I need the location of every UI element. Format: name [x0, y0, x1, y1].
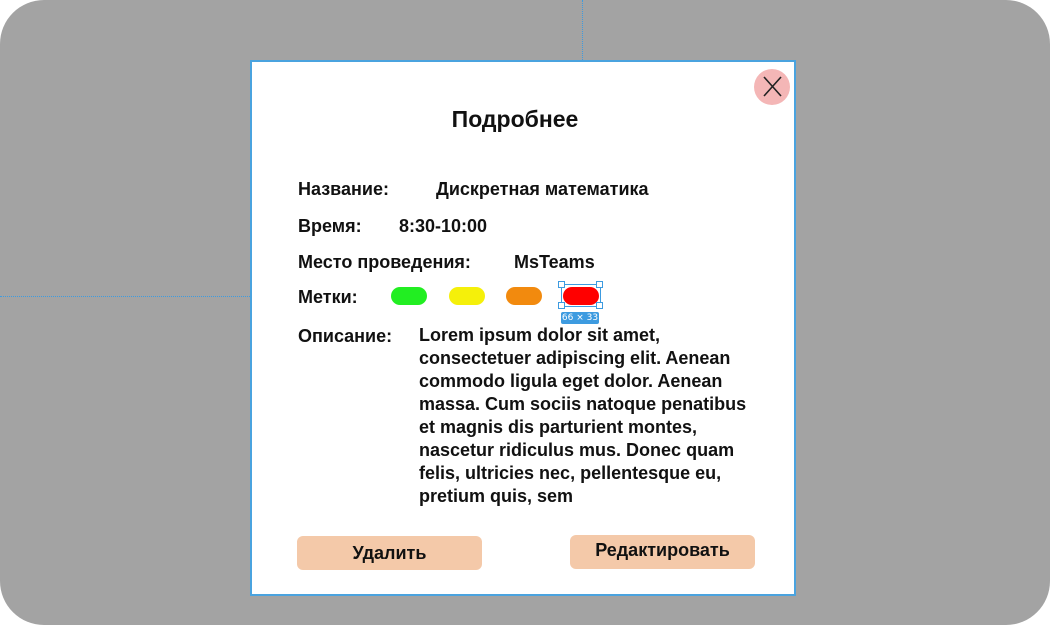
modal-title: Подробнее — [451, 106, 579, 132]
place-value: MsTeams — [514, 252, 595, 272]
selection-handle[interactable] — [558, 302, 565, 309]
description-label: Описание: — [298, 326, 393, 346]
selection-handle[interactable] — [596, 302, 603, 309]
close-button[interactable] — [754, 69, 790, 105]
close-icon — [763, 76, 782, 97]
place-label: Место проведения: — [298, 252, 471, 272]
tags-label: Метки: — [298, 287, 358, 307]
selection-size-badge: 66 × 33 — [561, 312, 599, 324]
tag-orange[interactable] — [506, 287, 542, 305]
selection-handle[interactable] — [596, 281, 603, 288]
description-value: Lorem ipsum dolor sit amet, consectetuer… — [419, 325, 747, 506]
time-value: 8:30-10:00 — [399, 216, 488, 236]
name-value: Дискретная математика — [436, 179, 649, 199]
edit-button[interactable]: Редактировать — [570, 535, 755, 569]
selection-handle[interactable] — [558, 281, 565, 288]
tag-green[interactable] — [391, 287, 427, 305]
selection-box — [561, 284, 601, 307]
delete-button[interactable]: Удалить — [297, 536, 482, 570]
time-label: Время: — [298, 216, 362, 236]
name-label: Название: — [298, 179, 389, 199]
tag-yellow[interactable] — [449, 287, 485, 305]
